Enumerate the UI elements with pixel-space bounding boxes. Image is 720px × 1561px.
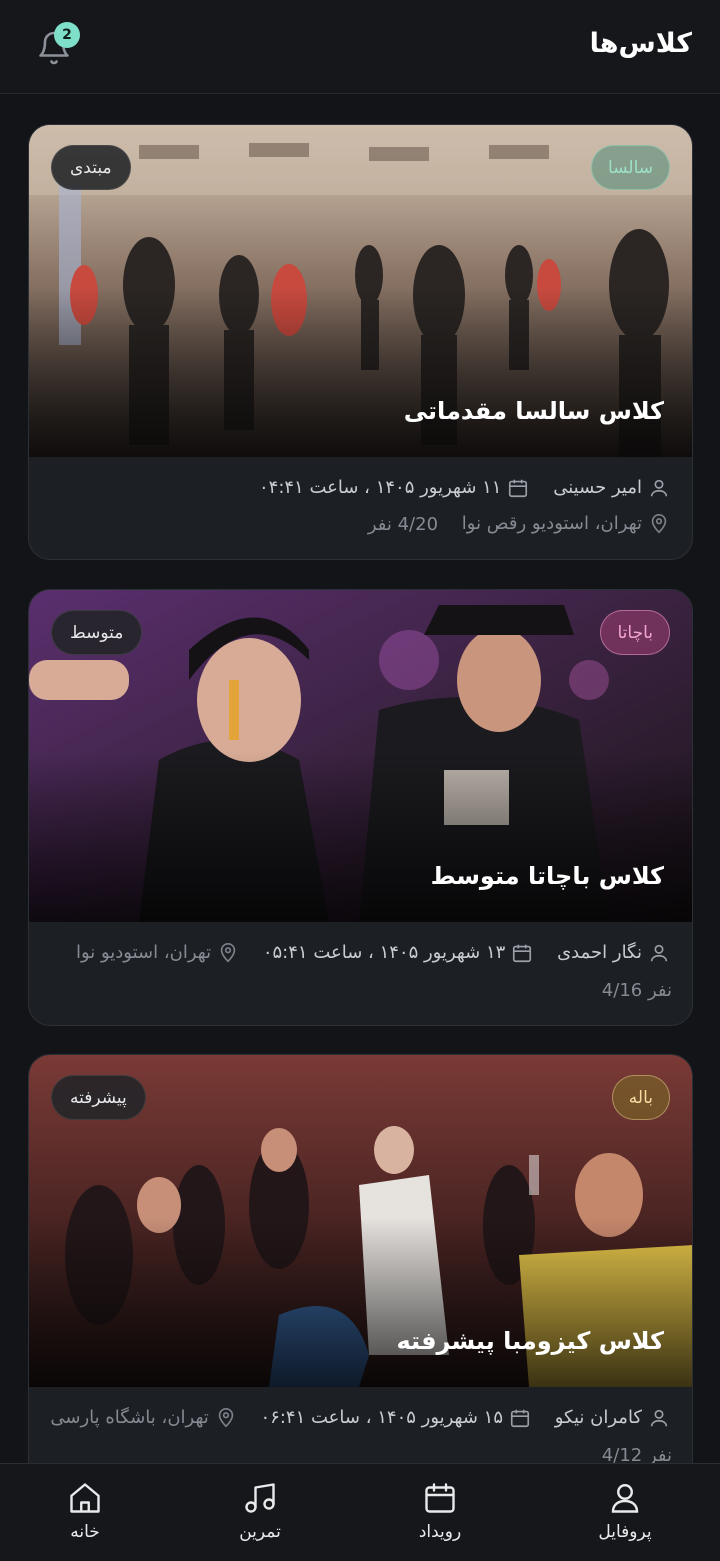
page-title: کلاس‌ها <box>589 28 692 59</box>
class-location: تهران، باشگاه پارسی <box>50 1407 209 1428</box>
class-datetime: ۱۱ شهریور ۱۴۰۵ ، ساعت ۰۴:۴۱ <box>258 477 502 498</box>
instructor-name: نگار احمدی <box>557 942 642 963</box>
location-info: تهران، استودیو رقص نوا <box>462 513 670 535</box>
class-title: کلاس باچاتا متوسط <box>430 862 664 890</box>
nav-profile[interactable]: پروفایل <box>565 1464 685 1561</box>
dance-style-badge: باچاتا <box>600 610 670 655</box>
location-info: تهران، باشگاه پارسی <box>50 1407 236 1429</box>
location-pin-icon <box>651 514 667 534</box>
class-meta-row: امیر حسینی ۱۱ شهریور ۱۴۰۵ ، ساعت ۰۴:۴۱ <box>49 477 670 499</box>
class-datetime: ۱۳ شهریور ۱۴۰۵ ، ساعت ۰۵:۴۱ <box>262 942 506 963</box>
location-pin-icon <box>218 1408 234 1428</box>
nav-practice-label: تمرین <box>239 1522 281 1542</box>
music-note-icon <box>245 1483 275 1513</box>
user-icon <box>611 1484 639 1513</box>
nav-home-label: خانه <box>70 1522 100 1542</box>
class-capacity: 4/16 نفر <box>601 980 672 1001</box>
class-meta-row: نگار احمدی ۱۳ شهریور ۱۴۰۵ ، ساعت ۰۵:۴۱ ت… <box>49 942 670 964</box>
schedule-info: ۱۳ شهریور ۱۴۰۵ ، ساعت ۰۵:۴۱ <box>263 942 534 964</box>
image-shade <box>29 752 692 922</box>
class-location: تهران، استودیو نوا <box>75 942 212 963</box>
class-card[interactable]: سالسا مبتدی کلاس سالسا مقدماتی امیر حسین… <box>28 124 693 560</box>
location-info: تهران، استودیو نوا <box>76 942 239 964</box>
image-shade <box>29 1217 692 1387</box>
instructor-info: نگار احمدی <box>557 942 670 964</box>
schedule-info: ۱۵ شهریور ۱۴۰۵ ، ساعت ۰۶:۴۱ <box>261 1407 532 1429</box>
app-header: کلاس‌ها 2 <box>0 0 720 94</box>
class-meta-row: کامران نیکو ۱۵ شهریور ۱۴۰۵ ، ساعت ۰۶:۴۱ … <box>49 1407 670 1429</box>
dance-style-badge: سالسا <box>591 145 670 190</box>
location-pin-icon <box>220 943 236 963</box>
level-badge: پیشرفته <box>51 1075 146 1120</box>
calendar-icon <box>425 1483 455 1513</box>
calendar-icon <box>509 479 528 498</box>
class-location-row: تهران، استودیو رقص نوا 4/20 نفر <box>49 513 670 535</box>
image-shade <box>29 287 692 457</box>
class-title: کلاس سالسا مقدماتی <box>403 397 664 425</box>
home-icon <box>70 1483 100 1513</box>
instructor-info: امیر حسینی <box>553 477 670 499</box>
class-card[interactable]: باچاتا متوسط کلاس باچاتا متوسط نگار احمد… <box>28 589 693 1026</box>
calendar-icon <box>510 1409 530 1428</box>
calendar-icon <box>513 944 532 963</box>
class-datetime: ۱۵ شهریور ۱۴۰۵ ، ساعت ۰۶:۴۱ <box>260 1407 504 1428</box>
nav-home[interactable]: خانه <box>25 1464 145 1561</box>
class-card[interactable]: باله پیشرفته کلاس کیزومبا پیشرفته کامران… <box>28 1054 693 1484</box>
level-badge: مبتدی <box>51 145 131 190</box>
class-capacity: 4/20 نفر <box>367 513 439 535</box>
class-location: تهران، استودیو رقص نوا <box>461 513 642 534</box>
instructor-name: امیر حسینی <box>553 477 642 498</box>
user-icon <box>650 1409 668 1427</box>
notification-count-badge: 2 <box>54 22 80 48</box>
bottom-navigation: خانه تمرین رویداد پروفایل <box>0 1463 720 1561</box>
instructor-info: کامران نیکو <box>555 1407 670 1429</box>
nav-events-label: رویداد <box>418 1522 462 1542</box>
nav-events[interactable]: رویداد <box>380 1464 500 1561</box>
schedule-info: ۱۱ شهریور ۱۴۰۵ ، ساعت ۰۴:۴۱ <box>259 477 530 499</box>
class-title: کلاس کیزومبا پیشرفته <box>396 1327 664 1355</box>
nav-profile-label: پروفایل <box>598 1522 652 1542</box>
user-icon <box>650 479 668 497</box>
level-badge: متوسط <box>51 610 143 655</box>
user-icon <box>650 944 668 962</box>
dance-style-badge: باله <box>611 1075 670 1120</box>
nav-practice[interactable]: تمرین <box>200 1464 320 1561</box>
instructor-name: کامران نیکو <box>554 1407 642 1428</box>
